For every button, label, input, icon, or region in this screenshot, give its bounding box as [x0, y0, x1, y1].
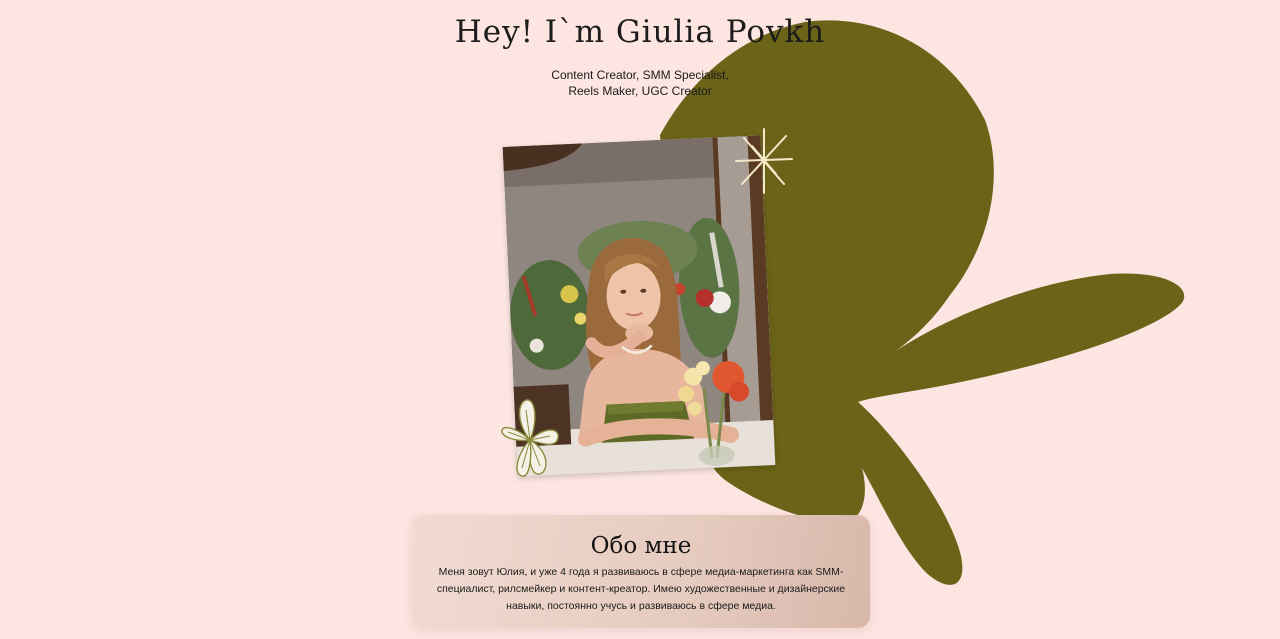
hero-subtitle-line-2: Reels Maker, UGC Creator	[568, 84, 712, 98]
flower-doodle-icon	[501, 399, 559, 477]
hero-subtitle-line-1: Content Creator, SMM Specialist,	[551, 68, 729, 82]
about-text: Меня зовут Юлия, и уже 4 года я развиваю…	[436, 566, 846, 612]
sparkle-icon	[735, 128, 793, 194]
hero-title: Hey! I`m Giulia Povkh	[454, 14, 826, 50]
about-card: Обо мне Меня зовут Юлия, и уже 4 года я …	[412, 515, 870, 628]
hero-subtitle: Content Creator, SMM Specialist, Reels M…	[0, 67, 1280, 99]
about-title: Обо мне	[590, 533, 692, 559]
